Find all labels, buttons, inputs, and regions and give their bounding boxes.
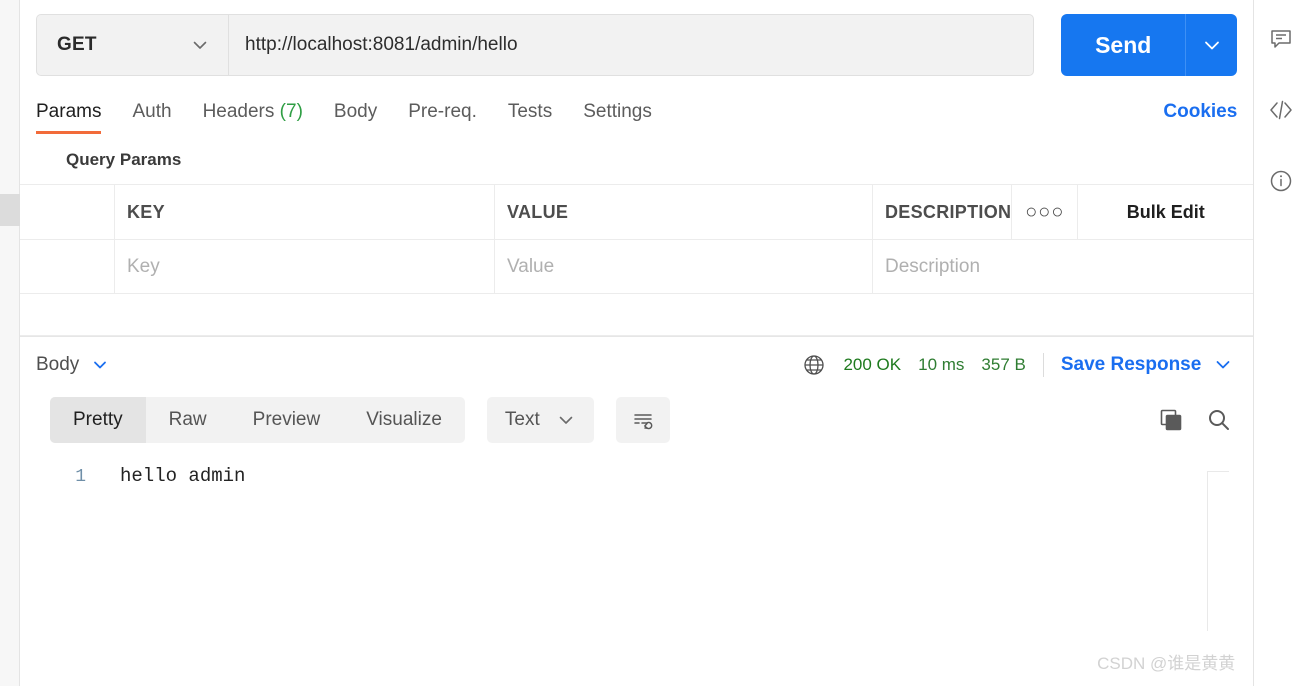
view-tab-pretty[interactable]: Pretty (50, 397, 146, 443)
response-body-viewer[interactable]: 1 hello admin CSDN @谁是黄黄 (20, 453, 1253, 686)
save-response-label: Save Response (1060, 354, 1202, 375)
tab-body[interactable]: Body (334, 101, 377, 134)
row-value-input[interactable]: Value (495, 240, 873, 293)
table-row: Key Value Description (20, 239, 1254, 293)
divider (1042, 353, 1044, 377)
word-wrap-icon[interactable] (615, 397, 670, 443)
request-response-pane: GET http://localhost:8081/admin/hello Se… (20, 0, 1255, 686)
http-method-select[interactable]: GET (36, 14, 228, 76)
view-tab-pretty-label: Pretty (73, 409, 123, 430)
tab-body-label: Body (333, 101, 378, 122)
tab-params-label: Params (36, 101, 102, 122)
bulk-edit-button[interactable]: Bulk Edit (1078, 185, 1253, 239)
table-filler-row (20, 293, 1254, 335)
response-body-label: Body (36, 354, 80, 375)
query-params-title: Query Params (66, 150, 182, 169)
postman-window: GET http://localhost:8081/admin/hello Se… (0, 0, 1295, 686)
code-icon[interactable] (1267, 96, 1295, 124)
chevron-down-icon (556, 410, 576, 430)
chevron-down-icon (1213, 355, 1233, 375)
send-options-button[interactable] (1185, 14, 1238, 76)
code-line: 1 hello admin (20, 465, 1253, 487)
view-tab-raw[interactable]: Raw (146, 397, 230, 443)
response-body-selector[interactable]: Body (36, 354, 109, 376)
response-status-group: 200 OK 10 ms 357 B Save Response (802, 353, 1233, 377)
tab-params[interactable]: Params (36, 101, 102, 134)
response-view-toolbar: Pretty Raw Preview Visualize Text (20, 393, 1253, 453)
send-button-group: Send (1061, 14, 1238, 76)
tab-auth-label: Auth (132, 101, 172, 122)
line-number: 1 (75, 467, 86, 487)
tab-settings[interactable]: Settings (583, 101, 652, 134)
view-tab-raw-label: Raw (168, 409, 207, 430)
status-code: 200 OK (843, 355, 902, 374)
response-format-label: Text (504, 409, 540, 430)
filler-cell (20, 294, 115, 335)
view-tab-visualize[interactable]: Visualize (343, 397, 465, 443)
tab-auth[interactable]: Auth (132, 101, 171, 134)
response-format-select[interactable]: Text (486, 397, 594, 443)
tab-headers[interactable]: Headers (7) (203, 101, 303, 134)
header-checkbox-cell (20, 185, 115, 239)
tab-headers-label: Headers (202, 101, 275, 122)
tab-prerequest-label: Pre-req. (408, 101, 477, 122)
left-collapse-rail (0, 0, 20, 686)
http-method-label: GET (57, 34, 97, 55)
response-view-tabs: Pretty Raw Preview Visualize (50, 397, 465, 443)
copy-icon[interactable] (1157, 406, 1185, 434)
url-input[interactable]: http://localhost:8081/admin/hello (228, 14, 1035, 76)
row-description-placeholder: Description (885, 255, 981, 277)
watermark: CSDN @谁是黄黄 (1097, 654, 1236, 673)
header-value-cell: VALUE (495, 185, 873, 239)
row-value-placeholder: Value (507, 255, 555, 277)
ellipsis-icon[interactable]: ○○○ (1012, 185, 1079, 239)
globe-icon (802, 353, 826, 377)
tab-tests-label: Tests (507, 101, 553, 122)
bulk-edit-label: Bulk Edit (1126, 201, 1205, 222)
view-tab-preview[interactable]: Preview (230, 397, 344, 443)
info-icon[interactable] (1268, 168, 1294, 194)
header-description-label: DESCRIPTION (885, 201, 1012, 222)
right-sidebar (1254, 0, 1295, 686)
url-bar: GET http://localhost:8081/admin/hello Se… (20, 0, 1253, 88)
response-body-text: hello admin (120, 465, 246, 487)
search-icon[interactable] (1205, 406, 1233, 434)
row-key-placeholder: Key (127, 255, 160, 277)
row-description-input[interactable]: Description (873, 240, 1253, 293)
row-checkbox-cell[interactable] (20, 240, 115, 293)
tab-tests[interactable]: Tests (508, 101, 552, 134)
table-header-row: KEY VALUE DESCRIPTION ○○○ Bulk Edit (20, 185, 1253, 239)
request-tabs: Params Auth Headers (7) Body Pre-req. Te… (20, 88, 1253, 134)
response-scrollbar[interactable] (1207, 471, 1230, 631)
chevron-down-icon (91, 356, 109, 374)
response-actions (1157, 406, 1233, 434)
chevron-down-icon (190, 35, 210, 55)
tab-settings-label: Settings (583, 101, 652, 122)
header-description-cell: DESCRIPTION (873, 185, 1013, 239)
row-key-input[interactable]: Key (115, 240, 495, 293)
response-size: 357 B (981, 355, 1026, 374)
view-tab-preview-label: Preview (252, 409, 321, 430)
url-text: http://localhost:8081/admin/hello (245, 34, 518, 55)
chevron-down-icon (1201, 34, 1223, 56)
send-button[interactable]: Send (1061, 14, 1186, 76)
query-params-table: KEY VALUE DESCRIPTION ○○○ Bulk Edit Key … (20, 184, 1254, 336)
save-response-button[interactable]: Save Response (1061, 354, 1233, 376)
sidebar-resize-handle[interactable] (0, 194, 20, 226)
view-tab-visualize-label: Visualize (366, 409, 442, 430)
tab-prerequest[interactable]: Pre-req. (408, 101, 477, 134)
response-time: 10 ms (918, 355, 965, 374)
header-value-label: VALUE (507, 201, 569, 222)
header-key-label: KEY (127, 201, 165, 222)
headers-count-badge: (7) (279, 101, 303, 122)
cookies-link[interactable]: Cookies (1163, 101, 1237, 134)
header-key-cell: KEY (115, 185, 495, 239)
response-header: Body 200 OK 10 ms 357 B Save Response (20, 337, 1253, 393)
ellipsis-glyph: ○○○ (1025, 201, 1065, 223)
comment-icon[interactable] (1268, 26, 1294, 52)
